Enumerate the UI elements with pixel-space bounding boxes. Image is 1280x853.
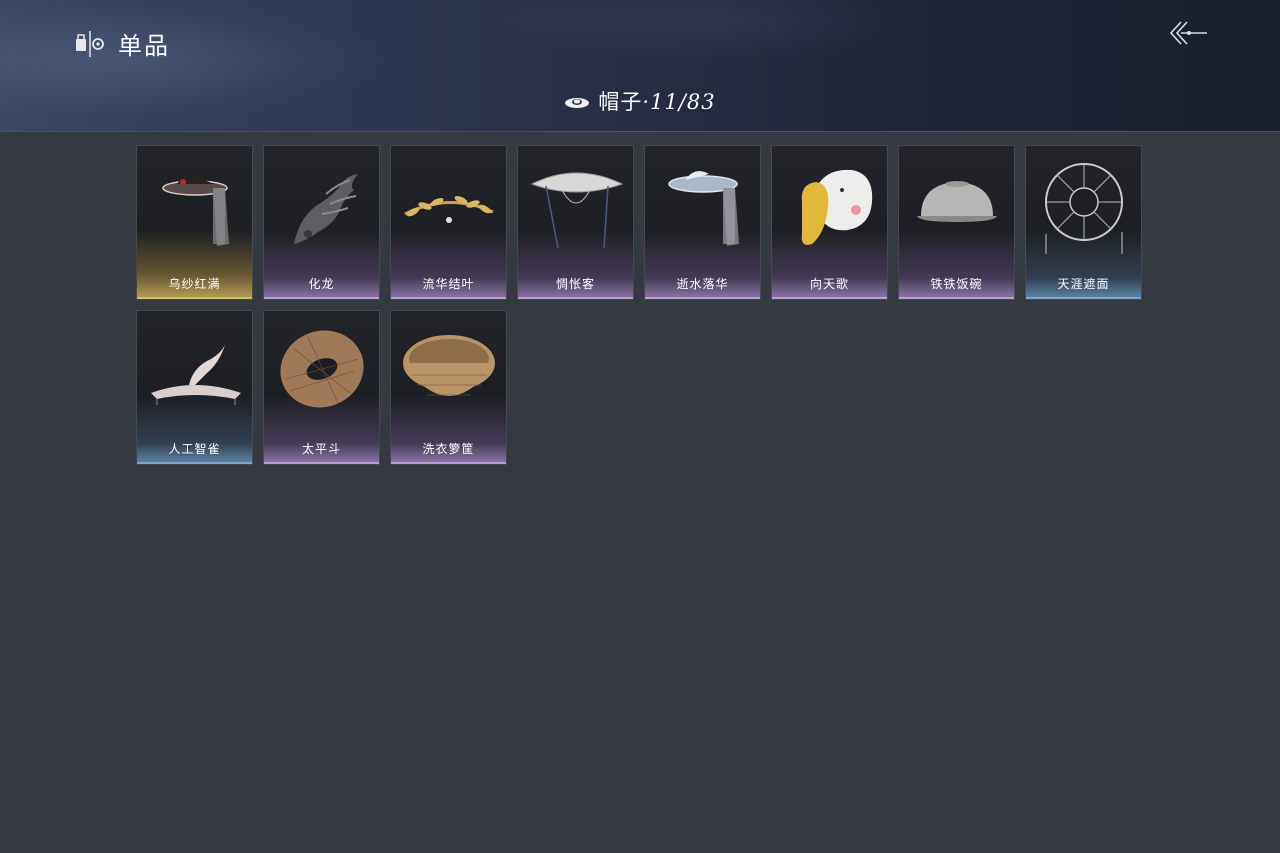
item-card[interactable]: 逝水落华 xyxy=(644,145,761,300)
rarity-bar xyxy=(1026,297,1141,299)
item-name: 化龙 xyxy=(308,277,335,291)
veil-bamboo-hat-icon xyxy=(645,154,760,259)
rarity-bar xyxy=(899,297,1014,299)
item-name: 天涯遮面 xyxy=(1057,277,1110,291)
rarity-bar xyxy=(137,462,252,464)
rarity-bar xyxy=(645,297,760,299)
item-name: 流华结叶 xyxy=(422,277,475,291)
laundry-basket-hat-icon xyxy=(391,319,506,424)
rarity-bar xyxy=(391,462,506,464)
woven-basket-hat-icon xyxy=(264,319,379,424)
page-title-group: 单品 xyxy=(74,26,170,61)
wardrobe-icon xyxy=(74,29,106,59)
bird-hat-icon xyxy=(137,319,252,424)
item-name: 洗衣箩筐 xyxy=(422,442,475,456)
white-bamboo-hat-icon xyxy=(518,154,633,259)
item-card[interactable]: 洗衣箩筐 xyxy=(390,310,507,465)
item-card[interactable]: 人工智雀 xyxy=(136,310,253,465)
golden-leaf-circlet-icon xyxy=(391,154,506,259)
category-separator: · xyxy=(642,90,651,114)
rarity-bar xyxy=(518,297,633,299)
item-name: 乌纱红满 xyxy=(168,277,221,291)
item-card[interactable]: 天涯遮面 xyxy=(1025,145,1142,300)
dragon-headpiece-icon xyxy=(264,154,379,259)
black-veil-hat-icon xyxy=(137,154,252,259)
item-card[interactable]: 化龙 xyxy=(263,145,380,300)
item-card[interactable]: 太平斗 xyxy=(263,310,380,465)
open-frame-hat-icon xyxy=(1026,154,1141,259)
rarity-bar xyxy=(137,297,252,299)
iron-bowl-hat-icon xyxy=(899,154,1014,259)
item-card[interactable]: 乌纱红满 xyxy=(136,145,253,300)
rarity-bar xyxy=(264,462,379,464)
item-name: 铁铁饭碗 xyxy=(930,277,983,291)
item-grid: 乌纱红满 化龙 流华结叶 惆怅客 逝水落华 向天歌 铁铁饭碗 天涯遮面人工智雀 太平斗 洗衣箩筐 xyxy=(136,145,1146,465)
back-arrow-icon xyxy=(1167,18,1211,52)
category-title: 帽子·11/83 xyxy=(598,86,715,116)
item-name: 逝水落华 xyxy=(676,277,729,291)
item-name: 人工智雀 xyxy=(168,442,221,456)
back-button[interactable] xyxy=(1166,18,1212,52)
page-title: 单品 xyxy=(118,32,170,60)
category-count: 11/83 xyxy=(650,90,716,114)
rarity-bar xyxy=(264,297,379,299)
item-card[interactable]: 惆怅客 xyxy=(517,145,634,300)
item-name: 惆怅客 xyxy=(555,277,595,291)
item-card[interactable]: 向天歌 xyxy=(771,145,888,300)
rarity-bar xyxy=(772,297,887,299)
item-card[interactable]: 流华结叶 xyxy=(390,145,507,300)
item-name: 太平斗 xyxy=(301,442,341,456)
item-card[interactable]: 铁铁饭碗 xyxy=(898,145,1015,300)
category-label: 帽子 xyxy=(598,90,643,114)
category-heading: 帽子·11/83 xyxy=(0,86,1280,116)
rarity-bar xyxy=(391,297,506,299)
header-bar: 单品 帽子·11/83 xyxy=(0,0,1280,132)
duck-hood-icon xyxy=(772,154,887,259)
hat-icon xyxy=(564,94,590,108)
item-name: 向天歌 xyxy=(809,277,849,291)
